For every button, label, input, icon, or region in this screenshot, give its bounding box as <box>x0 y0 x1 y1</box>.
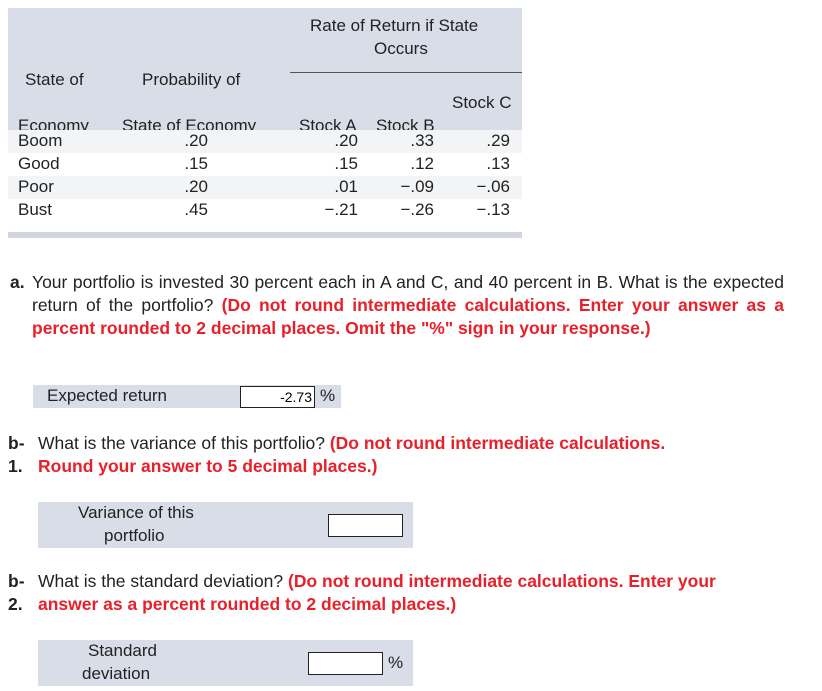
cell-prob: .20 <box>184 131 208 150</box>
expected-return-row: Expected return % <box>33 385 341 408</box>
cell-stock-c: .29 <box>486 131 510 150</box>
variance-label-line1: Variance of this <box>78 503 194 522</box>
cell-stock-a: .15 <box>334 154 358 173</box>
header-rule <box>290 72 522 73</box>
cell-stock-a: −.21 <box>324 200 358 219</box>
question-b2-instruction-line2: answer as a percent rounded to 2 decimal… <box>38 594 457 614</box>
question-b2-instruction-line1: (Do not round intermediate calculations.… <box>288 571 716 591</box>
question-b1-label-bottom: 1. <box>8 456 23 476</box>
cell-stock-a: .01 <box>334 177 358 196</box>
header-probability-of: Probability of <box>142 70 241 89</box>
expected-return-input[interactable] <box>240 386 315 408</box>
cell-prob: .20 <box>184 177 208 196</box>
expected-return-percent: % <box>320 386 336 405</box>
variance-label-line2: portfolio <box>104 526 165 545</box>
returns-table: Rate of Return if State Occurs State of … <box>8 8 522 238</box>
question-b2-prompt: What is the standard deviation? <box>38 571 284 591</box>
variance-row: Variance of this portfolio <box>38 502 413 548</box>
cell-state: Boom <box>18 131 63 150</box>
cell-stock-b: −.09 <box>400 177 434 196</box>
question-b1-text: What is the variance of this portfolio? … <box>38 432 665 455</box>
cell-stock-c: .13 <box>486 154 510 173</box>
header-rate-of-return: Rate of Return if State <box>310 16 479 35</box>
table-header: Rate of Return if State Occurs State of … <box>8 8 522 135</box>
question-b1-prompt: What is the variance of this portfolio? <box>38 433 325 453</box>
table-row: Bust .45 −.21 −.26 −.13 <box>8 199 522 222</box>
std-dev-percent: % <box>388 653 404 672</box>
question-b1-instruction-line1: (Do not round intermediate calculations. <box>329 433 666 453</box>
std-dev-label-line1: Standard <box>88 641 157 660</box>
std-dev-row: Standard deviation % <box>38 640 413 686</box>
question-b1-instruction-line2: Round your answer to 5 decimal places.) <box>38 456 378 476</box>
cell-stock-c: −.13 <box>476 200 510 219</box>
question-b1-label-top: b- <box>8 433 25 453</box>
cell-stock-b: .12 <box>410 154 434 173</box>
std-dev-input[interactable] <box>308 652 383 675</box>
cell-state: Good <box>18 154 60 173</box>
std-dev-label-line2: deviation <box>82 664 151 683</box>
cell-stock-c: −.06 <box>476 177 510 196</box>
question-b2-label-bottom: 2. <box>8 594 23 614</box>
header-state-of: State of <box>25 70 84 89</box>
cell-stock-a: .20 <box>334 131 358 150</box>
cell-prob: .15 <box>184 154 208 173</box>
question-a-label: a. <box>10 272 25 292</box>
variance-input[interactable] <box>328 514 403 537</box>
header-stock-c: Stock C <box>452 93 512 112</box>
cell-prob: .45 <box>184 200 208 219</box>
question-a-text: Your portfolio is invested 30 percent ea… <box>32 271 784 340</box>
cell-state: Bust <box>18 200 53 219</box>
cell-stock-b: −.26 <box>400 200 434 219</box>
table-row: Poor .20 .01 −.09 −.06 <box>8 176 522 199</box>
table-row: Boom .20 .20 .33 .29 <box>8 130 522 153</box>
expected-return-label: Expected return <box>47 386 168 405</box>
header-occurs: Occurs <box>374 39 428 58</box>
question-b2-label-top: b- <box>8 571 25 591</box>
table-footer-bar <box>8 232 522 238</box>
cell-stock-b: .33 <box>410 131 434 150</box>
cell-state: Poor <box>18 177 54 196</box>
question-b2-text: What is the standard deviation? (Do not … <box>38 570 716 593</box>
table-row: Good .15 .15 .12 .13 <box>8 153 522 176</box>
